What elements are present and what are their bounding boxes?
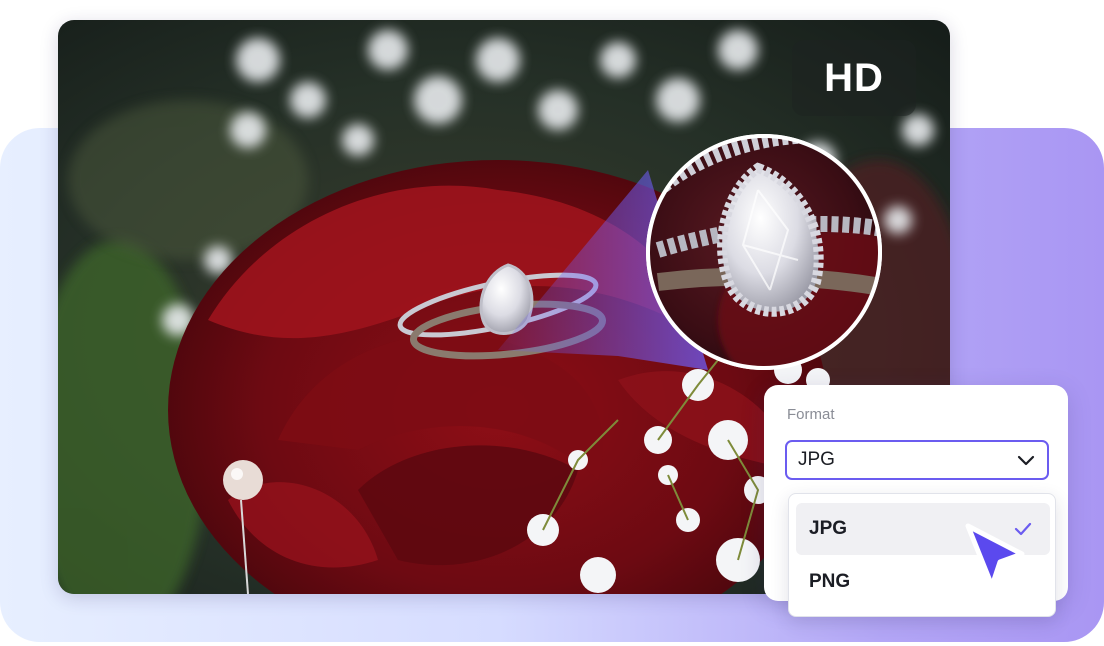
chevron-down-icon	[1017, 455, 1035, 466]
hero-stage: HD Format JPG JPG PNG	[0, 0, 1104, 646]
format-option-label: PNG	[809, 571, 851, 592]
hd-badge: HD	[792, 40, 916, 116]
cursor-arrow-icon	[965, 523, 1025, 589]
format-option-label: JPG	[809, 518, 848, 539]
format-select[interactable]: JPG	[785, 440, 1049, 480]
format-label: Format	[787, 406, 835, 423]
format-select-value: JPG	[798, 449, 835, 470]
